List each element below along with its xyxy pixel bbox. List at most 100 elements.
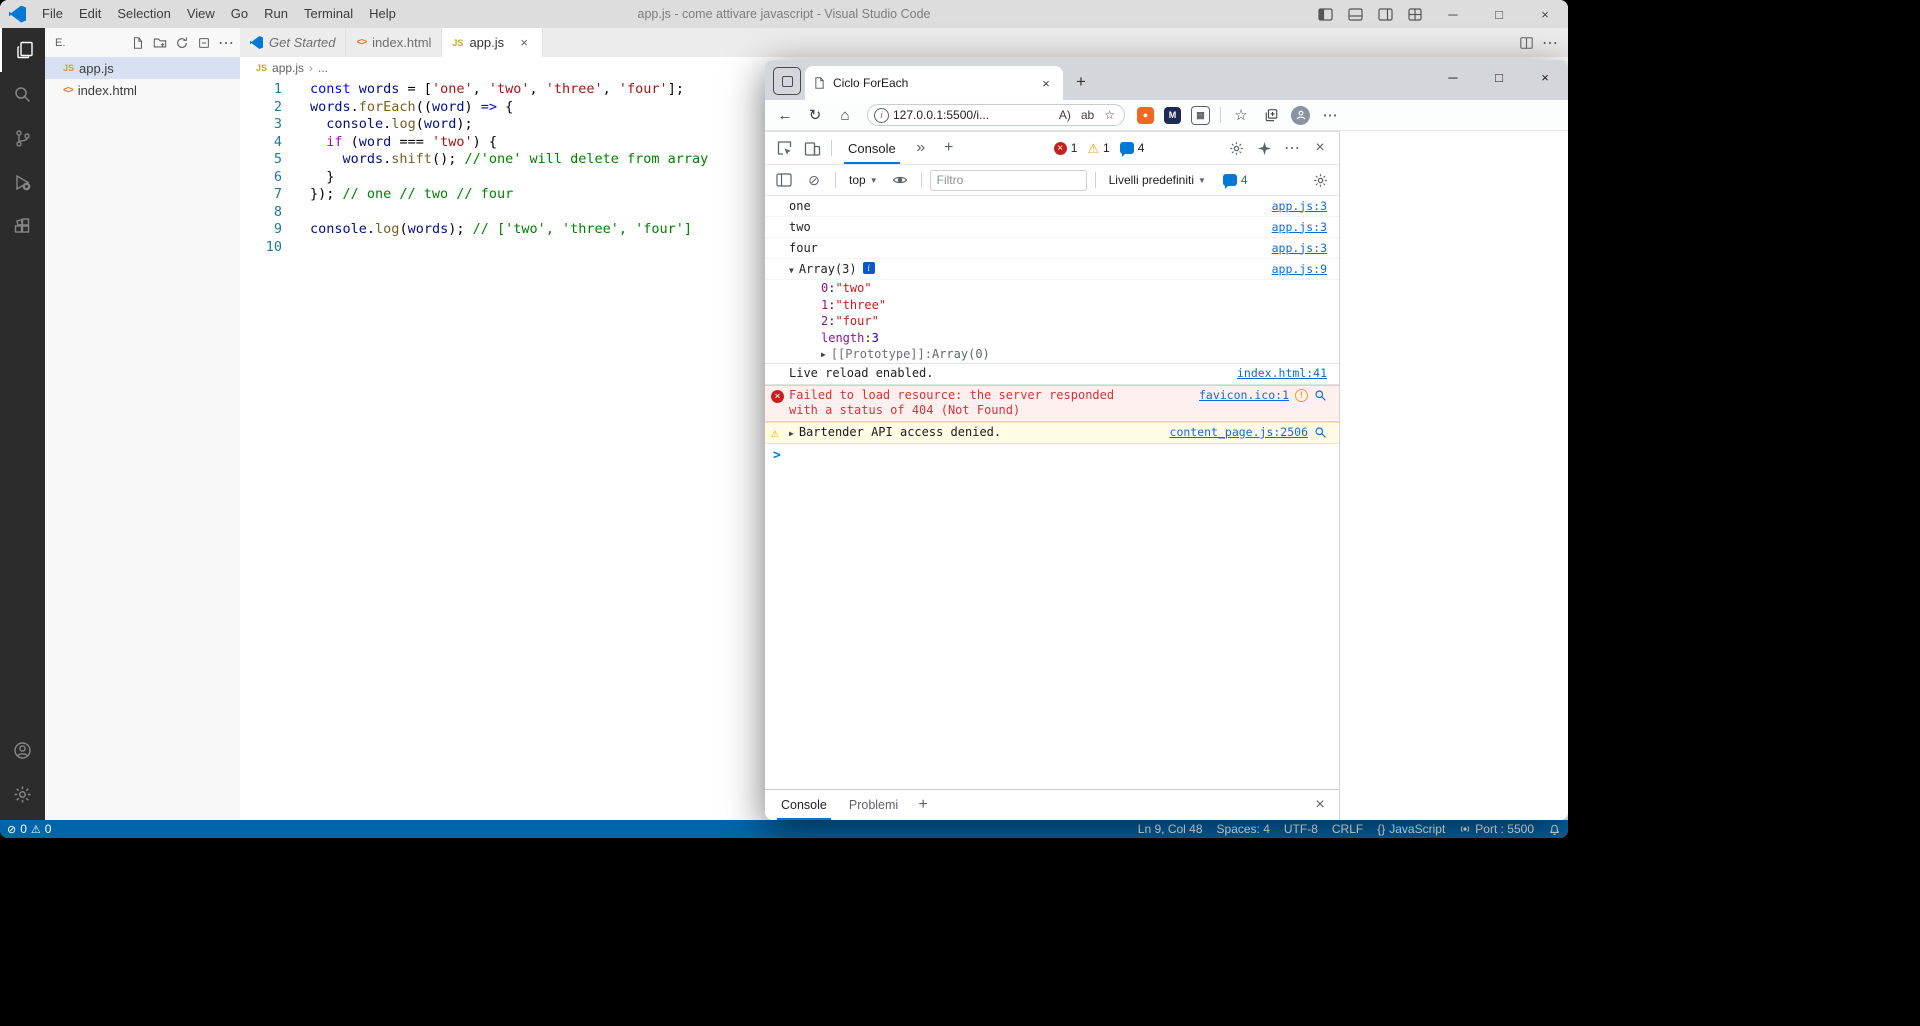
search-source-icon[interactable] bbox=[1314, 426, 1327, 439]
live-expression-eye-icon[interactable] bbox=[887, 167, 913, 193]
status-live-server-port[interactable]: Port : 5500 bbox=[1452, 820, 1541, 838]
breadcrumb-symbol[interactable]: ... bbox=[318, 61, 328, 75]
toggle-secondary-sidebar-icon[interactable] bbox=[1370, 0, 1400, 28]
source-link[interactable]: favicon.ico:1 bbox=[1189, 388, 1289, 403]
site-info-icon[interactable]: i bbox=[874, 108, 889, 123]
javascript-context-dropdown[interactable]: top ▼ bbox=[844, 173, 883, 187]
expand-arrow-icon[interactable]: ▶ bbox=[821, 348, 826, 363]
console-settings-gear-icon[interactable] bbox=[1307, 167, 1333, 193]
extensions-view-icon[interactable] bbox=[0, 204, 45, 248]
devtools-more-options-icon[interactable]: ⋯ bbox=[1279, 135, 1305, 161]
status-indentation[interactable]: Spaces: 4 bbox=[1210, 820, 1277, 838]
source-link[interactable]: content_page.js:2506 bbox=[1160, 425, 1308, 440]
devtools-tab-console[interactable]: Console bbox=[838, 132, 906, 164]
address-bar[interactable]: i 127.0.0.1:5500/i... A) ab ☆ bbox=[867, 104, 1125, 126]
devtools-settings-gear-icon[interactable] bbox=[1223, 135, 1249, 161]
source-control-view-icon[interactable] bbox=[0, 116, 45, 160]
prototype-row[interactable]: ▶[[Prototype]]: Array(0) bbox=[765, 346, 1339, 363]
status-line-col[interactable]: Ln 9, Col 48 bbox=[1131, 820, 1210, 838]
clear-console-icon[interactable]: ⊘ bbox=[801, 167, 827, 193]
file-item-appjs[interactable]: JS app.js bbox=[45, 57, 240, 79]
search-view-icon[interactable] bbox=[0, 72, 45, 116]
settings-gear-icon[interactable] bbox=[0, 772, 45, 816]
breadcrumb-file[interactable]: app.js bbox=[272, 61, 304, 75]
menu-view[interactable]: View bbox=[179, 0, 223, 28]
console-sidebar-icon[interactable] bbox=[771, 167, 797, 193]
search-source-icon[interactable] bbox=[1314, 389, 1327, 402]
status-language[interactable]: {} JavaScript bbox=[1370, 820, 1452, 838]
source-link[interactable]: index.html:41 bbox=[1227, 366, 1327, 381]
edge-tab-strip[interactable]: Ciclo ForEach × + ─ □ × bbox=[765, 60, 1568, 100]
run-debug-view-icon[interactable] bbox=[0, 160, 45, 204]
search-source-icon[interactable] bbox=[1314, 426, 1327, 439]
copilot-icon[interactable] bbox=[1251, 135, 1277, 161]
extension-m-icon[interactable]: M bbox=[1164, 107, 1181, 124]
menu-selection[interactable]: Selection bbox=[109, 0, 178, 28]
source-link[interactable]: app.js:3 bbox=[1262, 220, 1327, 235]
add-favorite-star-icon[interactable]: ☆ bbox=[1101, 108, 1118, 122]
drawer-tab-problemi[interactable]: Problemi bbox=[839, 790, 908, 821]
profile-avatar[interactable] bbox=[1291, 106, 1310, 125]
drawer-close-icon[interactable]: × bbox=[1307, 792, 1333, 818]
search-source-icon[interactable] bbox=[1314, 389, 1327, 402]
more-panels-icon[interactable]: » bbox=[908, 135, 934, 161]
open-issue-icon[interactable]: ! bbox=[1295, 389, 1308, 402]
console-message-count-badge[interactable]: 4 bbox=[1223, 173, 1248, 187]
vscode-close-button[interactable]: × bbox=[1522, 0, 1568, 28]
extensions-puzzle-icon[interactable]: ▦ bbox=[1191, 106, 1210, 125]
devtools-close-icon[interactable]: × bbox=[1307, 135, 1333, 161]
new-folder-icon[interactable] bbox=[150, 33, 170, 53]
tab-close-icon[interactable]: × bbox=[1037, 74, 1055, 92]
tab-close-icon[interactable]: × bbox=[516, 35, 532, 50]
inspect-element-icon[interactable] bbox=[771, 135, 797, 161]
refresh-icon[interactable]: ↻ bbox=[801, 102, 829, 128]
menu-help[interactable]: Help bbox=[361, 0, 404, 28]
home-icon[interactable]: ⌂ bbox=[831, 102, 859, 128]
tab-index-html[interactable]: <> index.html bbox=[346, 28, 442, 57]
source-link[interactable]: app.js:9 bbox=[1262, 262, 1327, 277]
refresh-icon[interactable] bbox=[172, 33, 192, 53]
browser-tab[interactable]: Ciclo ForEach × bbox=[805, 66, 1063, 100]
tab-actions-menu-icon[interactable] bbox=[773, 67, 801, 95]
console-prompt[interactable]: > bbox=[765, 444, 1339, 467]
favorites-icon[interactable]: ☆ bbox=[1227, 102, 1255, 128]
add-panel-icon[interactable]: + bbox=[936, 135, 962, 161]
drawer-add-tab-icon[interactable]: + bbox=[910, 792, 936, 818]
drawer-tab-console[interactable]: Console bbox=[771, 790, 837, 821]
status-eol[interactable]: CRLF bbox=[1325, 820, 1370, 838]
file-item-indexhtml[interactable]: <> index.html bbox=[45, 79, 240, 101]
new-file-icon[interactable] bbox=[128, 33, 148, 53]
menu-go[interactable]: Go bbox=[223, 0, 256, 28]
customize-layout-icon[interactable] bbox=[1400, 0, 1430, 28]
toggle-sidebar-icon[interactable] bbox=[1310, 0, 1340, 28]
explorer-more-actions-icon[interactable]: ⋯ bbox=[216, 33, 236, 53]
editor-more-actions-icon[interactable]: ⋯ bbox=[1540, 33, 1560, 53]
status-encoding[interactable]: UTF-8 bbox=[1277, 820, 1325, 838]
console-warning-row[interactable]: ⚠▶Bartender API access denied.content_pa… bbox=[765, 422, 1339, 444]
account-icon[interactable] bbox=[0, 728, 45, 772]
toggle-panel-icon[interactable] bbox=[1340, 0, 1370, 28]
collections-icon[interactable] bbox=[1257, 102, 1285, 128]
new-tab-button[interactable]: + bbox=[1067, 68, 1095, 96]
menu-run[interactable]: Run bbox=[256, 0, 296, 28]
menu-file[interactable]: File bbox=[34, 0, 71, 28]
vscode-maximize-button[interactable]: □ bbox=[1476, 0, 1522, 28]
edge-close-button[interactable]: × bbox=[1522, 60, 1568, 94]
expand-arrow-icon[interactable]: ▶ bbox=[789, 426, 794, 441]
source-link[interactable]: app.js:3 bbox=[1262, 199, 1327, 214]
tab-app-js[interactable]: JS app.js × bbox=[442, 28, 543, 57]
tab-get-started[interactable]: Get Started bbox=[240, 28, 346, 57]
expand-arrow-icon[interactable]: ▼ bbox=[789, 263, 794, 278]
extension-a-icon[interactable]: ● bbox=[1137, 107, 1154, 124]
console-filter-input[interactable] bbox=[930, 170, 1087, 191]
console-array-row[interactable]: ▼Array(3)iapp.js:9 bbox=[765, 259, 1339, 280]
read-aloud-icon[interactable]: A) bbox=[1056, 108, 1074, 122]
edge-maximize-button[interactable]: □ bbox=[1476, 60, 1522, 94]
source-link[interactable]: app.js:3 bbox=[1262, 241, 1327, 256]
message-count-badge[interactable]: 4 bbox=[1120, 141, 1145, 155]
menu-edit[interactable]: Edit bbox=[71, 0, 109, 28]
split-editor-icon[interactable] bbox=[1516, 33, 1536, 53]
vscode-title-bar[interactable]: File Edit Selection View Go Run Terminal… bbox=[0, 0, 1568, 28]
url-text[interactable]: 127.0.0.1:5500/i... bbox=[893, 108, 1052, 122]
log-levels-dropdown[interactable]: Livelli predefiniti ▼ bbox=[1104, 173, 1211, 187]
